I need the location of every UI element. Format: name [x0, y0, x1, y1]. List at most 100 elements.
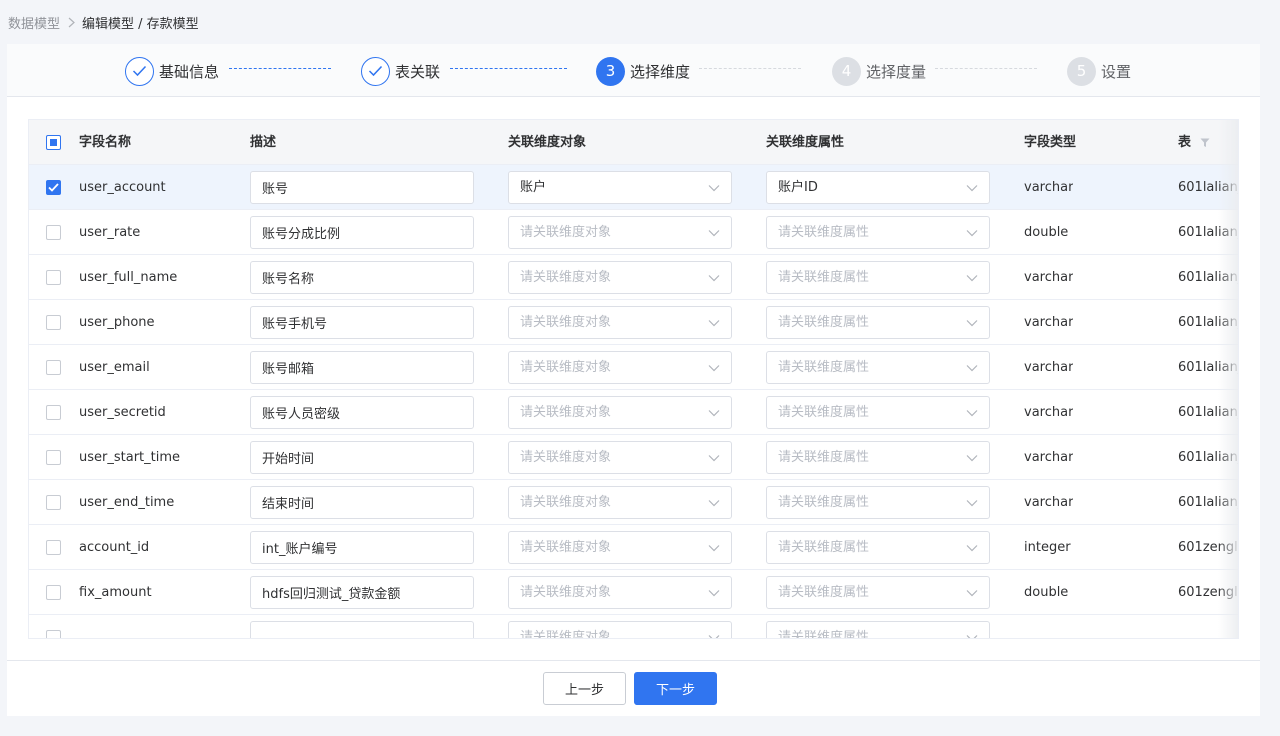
- table-row[interactable]: user_full_name请关联维度对象请关联维度属性varchar601la…: [29, 255, 1238, 300]
- table-row[interactable]: fix_amount请关联维度对象请关联维度属性double601zenglia: [29, 570, 1238, 615]
- dim-attr-cell: 请关联维度属性: [766, 390, 990, 435]
- row-checkbox-cell: [46, 525, 61, 570]
- dim-object-select[interactable]: 请关联维度对象: [508, 261, 732, 294]
- row-checkbox[interactable]: [46, 180, 61, 195]
- step-settings[interactable]: 5 设置: [1067, 56, 1131, 86]
- dim-object-placeholder: 请关联维度对象: [520, 315, 612, 330]
- description-cell: [250, 210, 474, 255]
- dim-attr-select[interactable]: 请关联维度属性: [766, 621, 990, 638]
- row-checkbox[interactable]: [46, 540, 61, 555]
- row-checkbox[interactable]: [46, 225, 61, 240]
- description-input[interactable]: [250, 531, 474, 564]
- step-connector: [450, 68, 567, 69]
- header-description: 描述: [250, 135, 277, 150]
- check-icon: [48, 183, 59, 192]
- dim-object-placeholder: 请关联维度对象: [520, 360, 612, 375]
- dim-object-select[interactable]: 请关联维度对象: [508, 621, 732, 638]
- description-input[interactable]: [250, 306, 474, 339]
- filter-icon[interactable]: [1200, 138, 1210, 148]
- table-row[interactable]: 请关联维度对象 请关联维度属性: [29, 615, 1238, 638]
- dim-attr-cell: 请关联维度属性: [766, 300, 990, 345]
- description-input[interactable]: [250, 441, 474, 474]
- row-checkbox[interactable]: [46, 450, 61, 465]
- row-checkbox-cell: [46, 210, 61, 255]
- dim-attr-value: 账户ID: [778, 180, 818, 195]
- description-input[interactable]: [250, 486, 474, 519]
- row-checkbox[interactable]: [46, 405, 61, 420]
- row-checkbox[interactable]: [46, 270, 61, 285]
- row-checkbox[interactable]: [46, 630, 61, 638]
- dim-object-select[interactable]: 请关联维度对象: [508, 531, 732, 564]
- field-name: user_full_name: [79, 270, 178, 285]
- field-name: user_rate: [79, 225, 141, 240]
- dim-attr-placeholder: 请关联维度属性: [778, 405, 870, 420]
- row-checkbox[interactable]: [46, 360, 61, 375]
- chevron-down-icon: [966, 362, 978, 374]
- dim-attr-select[interactable]: 请关联维度属性: [766, 396, 990, 429]
- description-input[interactable]: [250, 216, 474, 249]
- table-row[interactable]: user_account账户账户IDvarchar601lalian_u: [29, 165, 1238, 210]
- chevron-down-icon: [708, 182, 720, 194]
- dim-object-cell: 请关联维度对象: [508, 390, 732, 435]
- row-checkbox[interactable]: [46, 315, 61, 330]
- step-select-dimension[interactable]: 3 选择维度: [596, 56, 690, 86]
- field-type: varchar: [1024, 180, 1074, 195]
- select-all-checkbox[interactable]: [46, 135, 61, 150]
- dim-object-placeholder: 请关联维度对象: [520, 495, 612, 510]
- row-checkbox[interactable]: [46, 585, 61, 600]
- description-input[interactable]: [250, 396, 474, 429]
- dim-attr-select[interactable]: 请关联维度属性: [766, 531, 990, 564]
- dim-object-select[interactable]: 请关联维度对象: [508, 486, 732, 519]
- next-step-button[interactable]: 下一步: [634, 672, 717, 705]
- dim-attr-select[interactable]: 请关联维度属性: [766, 261, 990, 294]
- description-cell: [250, 525, 474, 570]
- prev-step-button[interactable]: 上一步: [543, 672, 626, 705]
- description-cell: [250, 435, 474, 480]
- chevron-down-icon: [966, 227, 978, 239]
- step-table-join[interactable]: 表关联: [361, 56, 440, 86]
- dim-object-cell: 请关联维度对象: [508, 570, 732, 615]
- description-input[interactable]: [250, 576, 474, 609]
- dim-object-select[interactable]: 请关联维度对象: [508, 351, 732, 384]
- dim-object-select[interactable]: 请关联维度对象: [508, 441, 732, 474]
- table-row[interactable]: user_rate请关联维度对象请关联维度属性double601lalian_u: [29, 210, 1238, 255]
- row-checkbox[interactable]: [46, 495, 61, 510]
- description-input[interactable]: [250, 621, 474, 638]
- step-select-measure[interactable]: 4 选择度量: [832, 56, 926, 86]
- table-row[interactable]: user_start_time请关联维度对象请关联维度属性varchar601l…: [29, 435, 1238, 480]
- breadcrumb-parent-link[interactable]: 数据模型: [8, 13, 60, 32]
- chevron-down-icon: [708, 407, 720, 419]
- dim-object-select[interactable]: 账户: [508, 171, 732, 204]
- step-number: 4: [832, 56, 861, 86]
- dim-attr-select[interactable]: 账户ID: [766, 171, 990, 204]
- description-cell: [250, 165, 474, 210]
- description-input[interactable]: [250, 261, 474, 294]
- field-type: varchar: [1024, 450, 1074, 465]
- field-name: fix_amount: [79, 585, 152, 600]
- table-row[interactable]: user_secretid请关联维度对象请关联维度属性varchar601lal…: [29, 390, 1238, 435]
- dim-object-select[interactable]: 请关联维度对象: [508, 306, 732, 339]
- select-all-cell: [46, 120, 61, 165]
- description-input[interactable]: [250, 351, 474, 384]
- dim-object-select[interactable]: 请关联维度对象: [508, 396, 732, 429]
- step-connector: [229, 68, 331, 69]
- dim-attr-select[interactable]: 请关联维度属性: [766, 306, 990, 339]
- dim-attr-select[interactable]: 请关联维度属性: [766, 576, 990, 609]
- dim-attr-select[interactable]: 请关联维度属性: [766, 351, 990, 384]
- chevron-down-icon: [708, 497, 720, 509]
- description-input[interactable]: [250, 171, 474, 204]
- dim-attr-placeholder: 请关联维度属性: [778, 585, 870, 600]
- description-cell: [250, 300, 474, 345]
- dim-object-select[interactable]: 请关联维度对象: [508, 576, 732, 609]
- dim-attr-select[interactable]: 请关联维度属性: [766, 486, 990, 519]
- dim-object-select[interactable]: 请关联维度对象: [508, 216, 732, 249]
- table-row[interactable]: user_email请关联维度对象请关联维度属性varchar601lalian…: [29, 345, 1238, 390]
- dim-attr-select[interactable]: 请关联维度属性: [766, 441, 990, 474]
- dim-attr-select[interactable]: 请关联维度属性: [766, 216, 990, 249]
- field-type: varchar: [1024, 495, 1074, 510]
- step-basic-info[interactable]: 基础信息: [125, 56, 219, 86]
- table-row[interactable]: account_id请关联维度对象请关联维度属性integer601zengli…: [29, 525, 1238, 570]
- table-row[interactable]: user_phone请关联维度对象请关联维度属性varchar601lalian…: [29, 300, 1238, 345]
- row-checkbox-cell: [46, 165, 61, 210]
- table-row[interactable]: user_end_time请关联维度对象请关联维度属性varchar601lal…: [29, 480, 1238, 525]
